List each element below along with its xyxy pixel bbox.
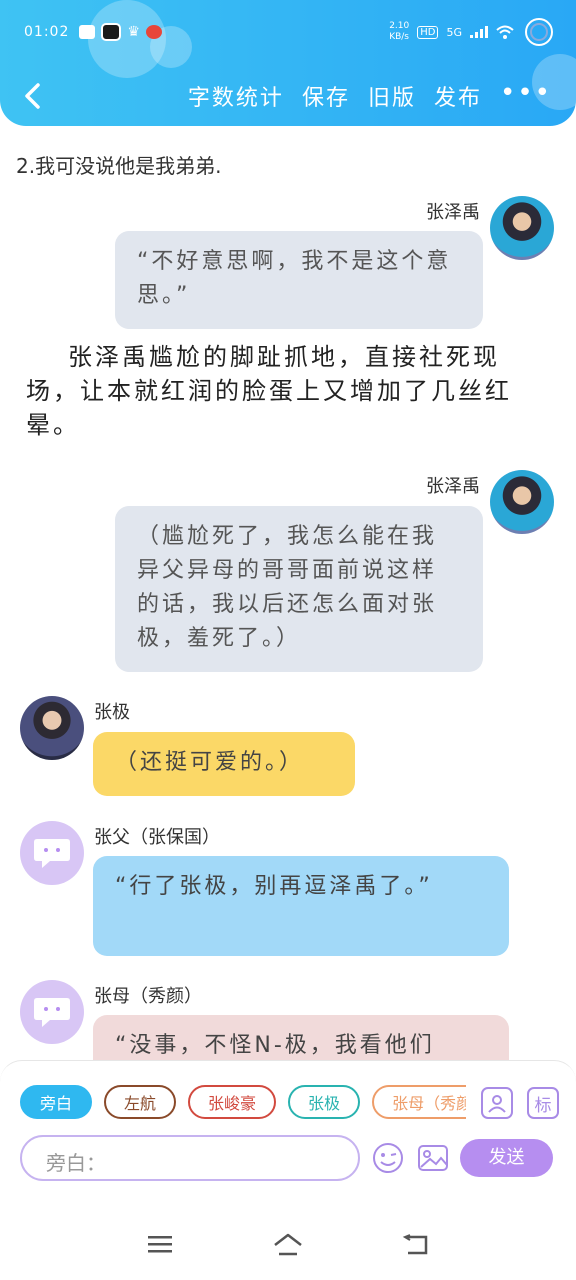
narration-text: 张泽禹尴尬的脚趾抓地，直接社死现场，让本就红润的脸蛋上又增加了几丝红晕。 (26, 343, 512, 439)
app-icon (101, 23, 122, 41)
back-icon[interactable] (400, 1232, 432, 1258)
battery-icon (525, 18, 553, 46)
speaker-name: 张父（张保国） (94, 827, 220, 848)
role-chip[interactable]: 张母（秀颜） (372, 1085, 466, 1119)
avatar[interactable] (20, 821, 84, 885)
role-chips[interactable]: 旁白 左航 张峻豪 张极 张母（秀颜） (20, 1085, 466, 1121)
composer-panel: 旁白 左航 张峻豪 张极 张母（秀颜） 标 旁白： 发送 (0, 1060, 576, 1213)
network-type: 5G (446, 25, 462, 39)
role-chip-narrator[interactable]: 旁白 (20, 1085, 93, 1119)
net-speed-unit: KB/s (389, 32, 409, 42)
message-bubble[interactable]: “不好意思啊，我不是这个意思。” (115, 231, 483, 329)
role-chip[interactable]: 张极 (288, 1085, 361, 1119)
home-icon[interactable] (272, 1232, 304, 1258)
avatar[interactable] (20, 980, 84, 1044)
system-nav-bar (0, 1212, 576, 1280)
mark-button[interactable]: 标 (527, 1087, 559, 1119)
save-button[interactable]: 保存 (302, 80, 350, 112)
wifi-icon (496, 25, 514, 39)
speaker-name: 张泽禹 (426, 476, 480, 497)
nav-actions: 字数统计 保存 旧版 发布 ••• (188, 80, 552, 112)
chat-bot-icon (34, 839, 70, 868)
send-button[interactable]: 发送 (460, 1139, 553, 1177)
chat-content[interactable]: 2.我可没说他是我弟弟. 张泽禹 “不好意思啊，我不是这个意思。” 张泽禹尴尬的… (0, 126, 576, 1062)
old-version-button[interactable]: 旧版 (368, 80, 416, 112)
chat-bot-icon (34, 998, 70, 1027)
more-icon[interactable]: ••• (500, 80, 552, 112)
speaker-name: 张泽禹 (426, 202, 480, 223)
message-bubble[interactable]: （尴尬死了，我怎么能在我异父异母的哥哥面前说这样的话，我以后还怎么面对张极，羞死… (115, 506, 483, 672)
character-icon[interactable] (481, 1087, 513, 1119)
avatar[interactable] (490, 196, 554, 260)
role-chip[interactable]: 张峻豪 (188, 1085, 277, 1119)
avatar[interactable] (20, 696, 84, 760)
back-arrow-icon[interactable] (20, 82, 48, 110)
image-icon[interactable] (416, 1141, 450, 1175)
message-icon (79, 25, 96, 39)
crown-icon: ♛ (127, 24, 140, 40)
status-right: 2.10 KB/s HD 5G (389, 15, 556, 49)
message-input[interactable]: 旁白： (20, 1135, 360, 1181)
weibo-icon (145, 25, 162, 39)
signal-icon (470, 26, 488, 38)
status-bar: 01:02 ♛ 2.10 KB/s HD 5G (24, 18, 556, 46)
story-line: 2.我可没说他是我弟弟. (16, 154, 222, 178)
role-chip[interactable]: 左航 (104, 1085, 177, 1119)
word-count-button[interactable]: 字数统计 (188, 80, 284, 112)
menu-icon[interactable] (146, 1232, 174, 1256)
net-speed: 2.10 KB/s (389, 21, 409, 43)
speaker-name: 张母（秀颜） (94, 986, 202, 1007)
speaker-name: 张极 (94, 702, 130, 723)
avatar[interactable] (490, 470, 554, 534)
message-bubble[interactable]: （还挺可爱的。） (93, 732, 355, 796)
top-nav: 字数统计 保存 旧版 发布 ••• (0, 74, 576, 118)
message-bubble[interactable]: “行了张极，别再逗泽禹了。” (93, 856, 509, 956)
hd-badge: HD (417, 25, 439, 39)
net-speed-value: 2.10 (389, 21, 410, 31)
status-time: 01:02 (24, 24, 70, 40)
app-header: 01:02 ♛ 2.10 KB/s HD 5G 字数统计 保存 旧版 发布 ••… (0, 0, 576, 126)
person-icon (488, 1095, 506, 1113)
message-bubble[interactable]: “没事，不怪N-极，我看他们 (93, 1015, 509, 1062)
publish-button[interactable]: 发布 (434, 80, 482, 112)
emoji-icon[interactable] (371, 1141, 405, 1175)
